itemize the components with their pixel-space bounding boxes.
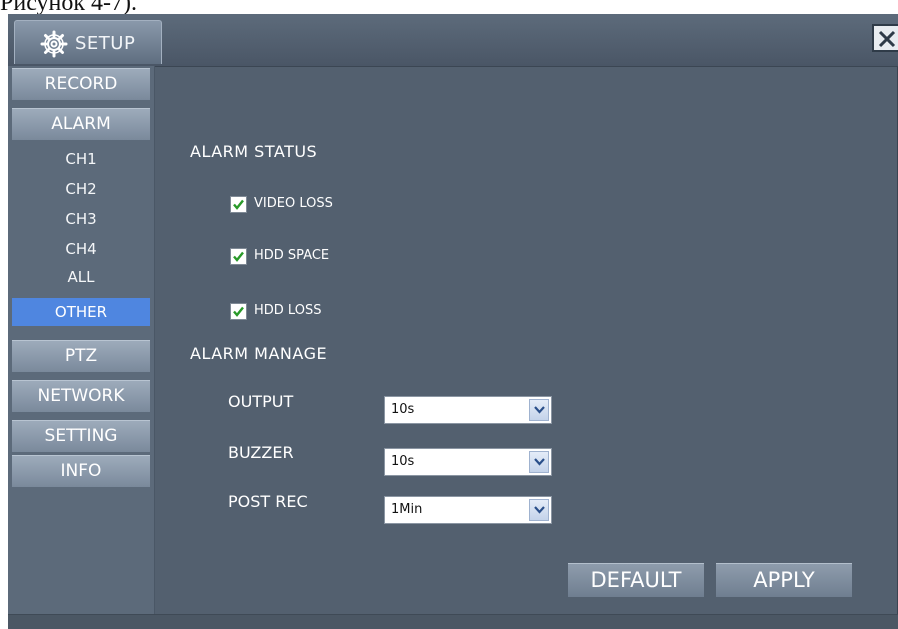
hdd-loss-checkbox[interactable] [230,303,247,320]
title-bar: SETUP [8,14,898,67]
settings-panel: ALARM STATUS VIDEO LOSS HDD SPACE HDD LO… [154,66,898,614]
sidebar-item-record[interactable]: RECORD [12,68,150,100]
window-title: SETUP [75,33,136,54]
buzzer-select[interactable]: 10s [384,448,552,476]
apply-button[interactable]: APPLY [716,563,852,597]
sidebar-subitem-ch3[interactable]: CH3 [12,205,150,233]
sidebar-item-network[interactable]: NETWORK [12,380,150,412]
sidebar-subitem-ch2[interactable]: CH2 [12,175,150,203]
sidebar-item-setting[interactable]: SETTING [12,420,150,452]
post-rec-value: 1Min [391,502,423,517]
sidebar-subitem-ch1[interactable]: CH1 [12,145,150,173]
output-label: OUTPUT [228,392,294,411]
setup-tab[interactable]: SETUP [14,20,162,64]
video-loss-label: VIDEO LOSS [254,196,333,211]
setup-window: SETUP RECORD ALARM CH1 CH2 CH3 CH4 ALL O… [8,14,898,629]
alarm-manage-heading: ALARM MANAGE [190,344,328,363]
chevron-down-icon[interactable] [529,451,549,473]
post-rec-label: POST REC [228,492,308,511]
sidebar-subitem-other[interactable]: OTHER [12,298,150,326]
sidebar-subitem-all[interactable]: ALL [12,263,150,291]
video-loss-checkbox[interactable] [230,196,247,213]
sidebar-item-ptz[interactable]: PTZ [12,340,150,372]
sidebar-item-info[interactable]: INFO [12,455,150,487]
chevron-down-icon[interactable] [529,399,549,421]
alarm-status-heading: ALARM STATUS [190,142,318,161]
window-bottom-bar [8,614,898,629]
close-button[interactable] [872,24,898,52]
post-rec-select[interactable]: 1Min [384,496,552,524]
sidebar-subitem-ch4[interactable]: CH4 [12,235,150,263]
output-value: 10s [391,402,415,417]
hdd-space-label: HDD SPACE [254,248,330,263]
sidebar: RECORD ALARM CH1 CH2 CH3 CH4 ALL OTHER P… [8,66,155,614]
default-button[interactable]: DEFAULT [568,563,704,597]
buzzer-value: 10s [391,454,415,469]
hdd-space-checkbox[interactable] [230,248,247,265]
chevron-down-icon[interactable] [529,499,549,521]
hdd-loss-label: HDD LOSS [254,303,322,318]
sidebar-item-alarm[interactable]: ALARM [12,108,150,140]
gear-icon [39,29,69,59]
buzzer-label: BUZZER [228,443,294,462]
output-select[interactable]: 10s [384,396,552,424]
